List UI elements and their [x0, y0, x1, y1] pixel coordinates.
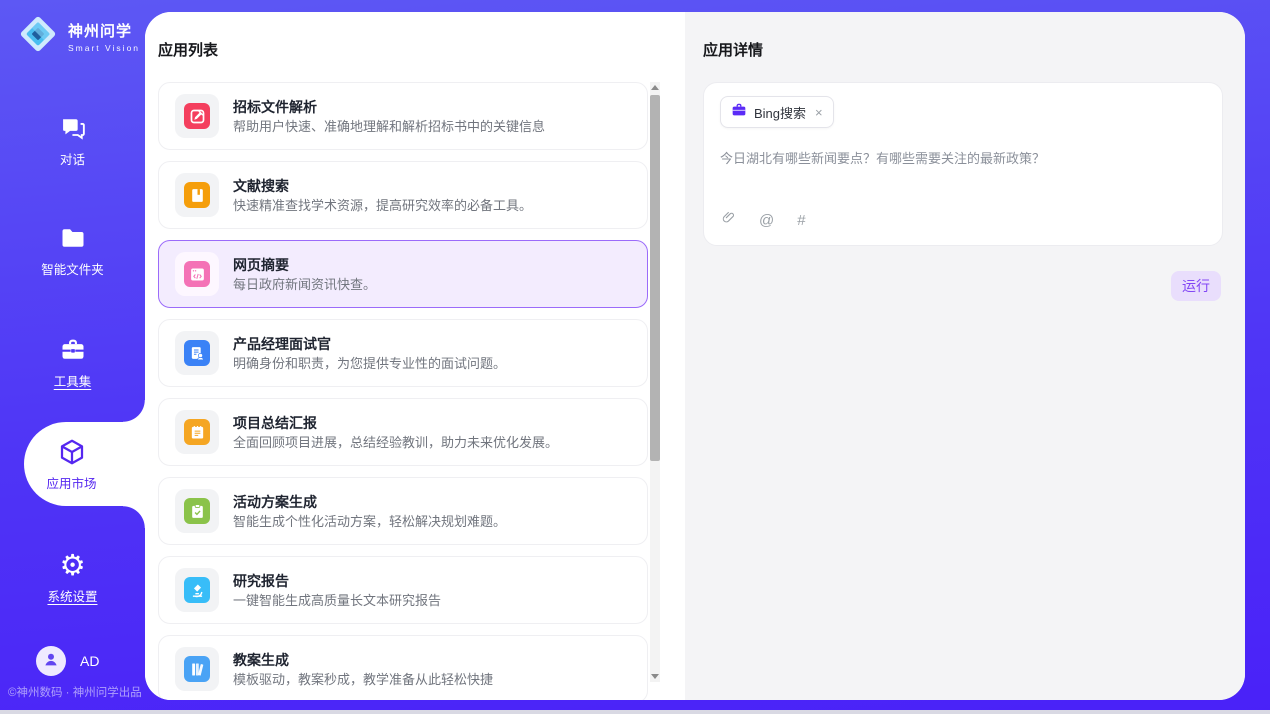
- books-icon: [184, 656, 210, 682]
- app-desc: 智能生成个性化活动方案，轻松解决规划难题。: [233, 515, 506, 528]
- sidebar-item-label: 工具集: [54, 371, 92, 390]
- tool-tag-label: Bing搜索: [754, 103, 806, 122]
- book-icon: [184, 182, 210, 208]
- person-icon: [42, 650, 60, 673]
- app-desc: 每日政府新闻资讯快查。: [233, 278, 376, 291]
- scrollbar-thumb[interactable]: [650, 95, 660, 461]
- app-title: 文献搜索: [233, 179, 532, 193]
- clipboard-check-icon: [184, 498, 210, 524]
- app-title: 研究报告: [233, 574, 441, 588]
- avatar[interactable]: [36, 646, 66, 676]
- app-desc: 一键智能生成高质量长文本研究报告: [233, 594, 441, 607]
- prompt-card: Bing搜索 × 今日湖北有哪些新闻要点？有哪些需要关注的最新政策？ @ #: [703, 82, 1223, 246]
- gear-icon: ⚙: [58, 550, 88, 580]
- user-account[interactable]: AD: [36, 646, 99, 676]
- app-card-research-report[interactable]: 研究报告 一键智能生成高质量长文本研究报告: [158, 556, 648, 624]
- app-desc: 明确身份和职责，为您提供专业性的面试问题。: [233, 357, 506, 370]
- app-title: 教案生成: [233, 653, 493, 667]
- notepad-icon: [184, 419, 210, 445]
- toolbox-icon: [58, 335, 88, 365]
- briefcase-icon: [731, 102, 747, 123]
- paperclip-icon[interactable]: [721, 209, 736, 232]
- close-icon[interactable]: ×: [815, 105, 823, 120]
- app-title: 招标文件解析: [233, 100, 545, 114]
- app-card-list: 招标文件解析 帮助用户快速、准确地理解和解析招标书中的关键信息 文献搜索 快速精…: [158, 82, 648, 700]
- app-card-lesson-plan[interactable]: 教案生成 模板驱动，教案秒成，教学准备从此轻松快捷: [158, 635, 648, 700]
- app-card-project-summary[interactable]: 项目总结汇报 全面回顾项目进展，总结经验教训，助力未来优化发展。: [158, 398, 648, 466]
- app-title: 项目总结汇报: [233, 416, 558, 430]
- app-card-bid-document-analysis[interactable]: 招标文件解析 帮助用户快速、准确地理解和解析招标书中的关键信息: [158, 82, 648, 150]
- sidebar-item-label: 智能文件夹: [41, 259, 104, 278]
- user-initials: AD: [80, 653, 99, 669]
- brand-name: 神州问学: [68, 20, 140, 41]
- brand-subtitle: Smart Vision: [68, 43, 140, 53]
- sidebar-item-smart-folders[interactable]: 智能文件夹: [0, 214, 145, 286]
- window-bottom-edge: [0, 710, 1270, 714]
- app-title: 活动方案生成: [233, 495, 506, 509]
- mention-icon[interactable]: @: [759, 213, 774, 228]
- app-logo: 神州问学 Smart Vision: [16, 12, 140, 61]
- app-card-web-summary[interactable]: 网页摘要 每日政府新闻资讯快查。: [158, 240, 648, 308]
- app-list-panel: 应用列表 招标文件解析 帮助用户快速、准确地理解和解析招标书中的关键信息 文献搜…: [145, 12, 685, 700]
- app-desc: 帮助用户快速、准确地理解和解析招标书中的关键信息: [233, 120, 545, 133]
- pen-square-icon: [184, 103, 210, 129]
- sidebar: 神州问学 Smart Vision 对话 智能文件夹 工具集 应用市场 ⚙ 系统…: [0, 0, 145, 714]
- interview-icon: [184, 340, 210, 366]
- microscope-icon: [184, 577, 210, 603]
- run-button[interactable]: 运行: [1171, 271, 1221, 301]
- app-detail-panel: 应用详情 Bing搜索 × 今日湖北有哪些新闻要点？有哪些需要关注的最新政策？ …: [685, 12, 1245, 700]
- browser-code-icon: [184, 261, 210, 287]
- app-desc: 模板驱动，教案秒成，教学准备从此轻松快捷: [233, 673, 493, 686]
- app-title: 产品经理面试官: [233, 337, 506, 351]
- app-desc: 全面回顾项目进展，总结经验教训，助力未来优化发展。: [233, 436, 558, 449]
- main-content: 应用列表 招标文件解析 帮助用户快速、准确地理解和解析招标书中的关键信息 文献搜…: [145, 12, 1245, 700]
- sidebar-item-chat[interactable]: 对话: [0, 104, 145, 176]
- prompt-input[interactable]: 今日湖北有哪些新闻要点？有哪些需要关注的最新政策？: [720, 148, 1206, 167]
- chat-icon: [58, 113, 88, 143]
- cube-icon: [57, 437, 87, 467]
- sidebar-item-label: 应用市场: [46, 473, 96, 492]
- scrollbar[interactable]: [650, 82, 660, 682]
- sidebar-item-app-market[interactable]: 应用市场: [24, 422, 145, 506]
- app-card-pm-interviewer[interactable]: 产品经理面试官 明确身份和职责，为您提供专业性的面试问题。: [158, 319, 648, 387]
- sidebar-item-system-settings[interactable]: ⚙ 系统设置: [0, 541, 145, 613]
- app-title: 网页摘要: [233, 258, 376, 272]
- copyright-text: ©神州数码 · 神州问学出品: [8, 684, 142, 700]
- app-list-title: 应用列表: [158, 39, 218, 60]
- scroll-down-icon[interactable]: [651, 674, 659, 679]
- logo-diamond-icon: [16, 12, 60, 61]
- tool-tag-bing-search[interactable]: Bing搜索 ×: [720, 96, 834, 128]
- app-card-literature-search[interactable]: 文献搜索 快速精准查找学术资源，提高研究效率的必备工具。: [158, 161, 648, 229]
- app-desc: 快速精准查找学术资源，提高研究效率的必备工具。: [233, 199, 532, 212]
- sidebar-item-label: 对话: [60, 149, 85, 168]
- folder-icon: [58, 223, 88, 253]
- app-card-event-plan[interactable]: 活动方案生成 智能生成个性化活动方案，轻松解决规划难题。: [158, 477, 648, 545]
- sidebar-item-label: 系统设置: [47, 586, 97, 605]
- hash-icon[interactable]: #: [797, 213, 805, 228]
- app-detail-title: 应用详情: [703, 39, 763, 60]
- scroll-up-icon[interactable]: [651, 85, 659, 90]
- sidebar-item-toolset[interactable]: 工具集: [0, 326, 145, 398]
